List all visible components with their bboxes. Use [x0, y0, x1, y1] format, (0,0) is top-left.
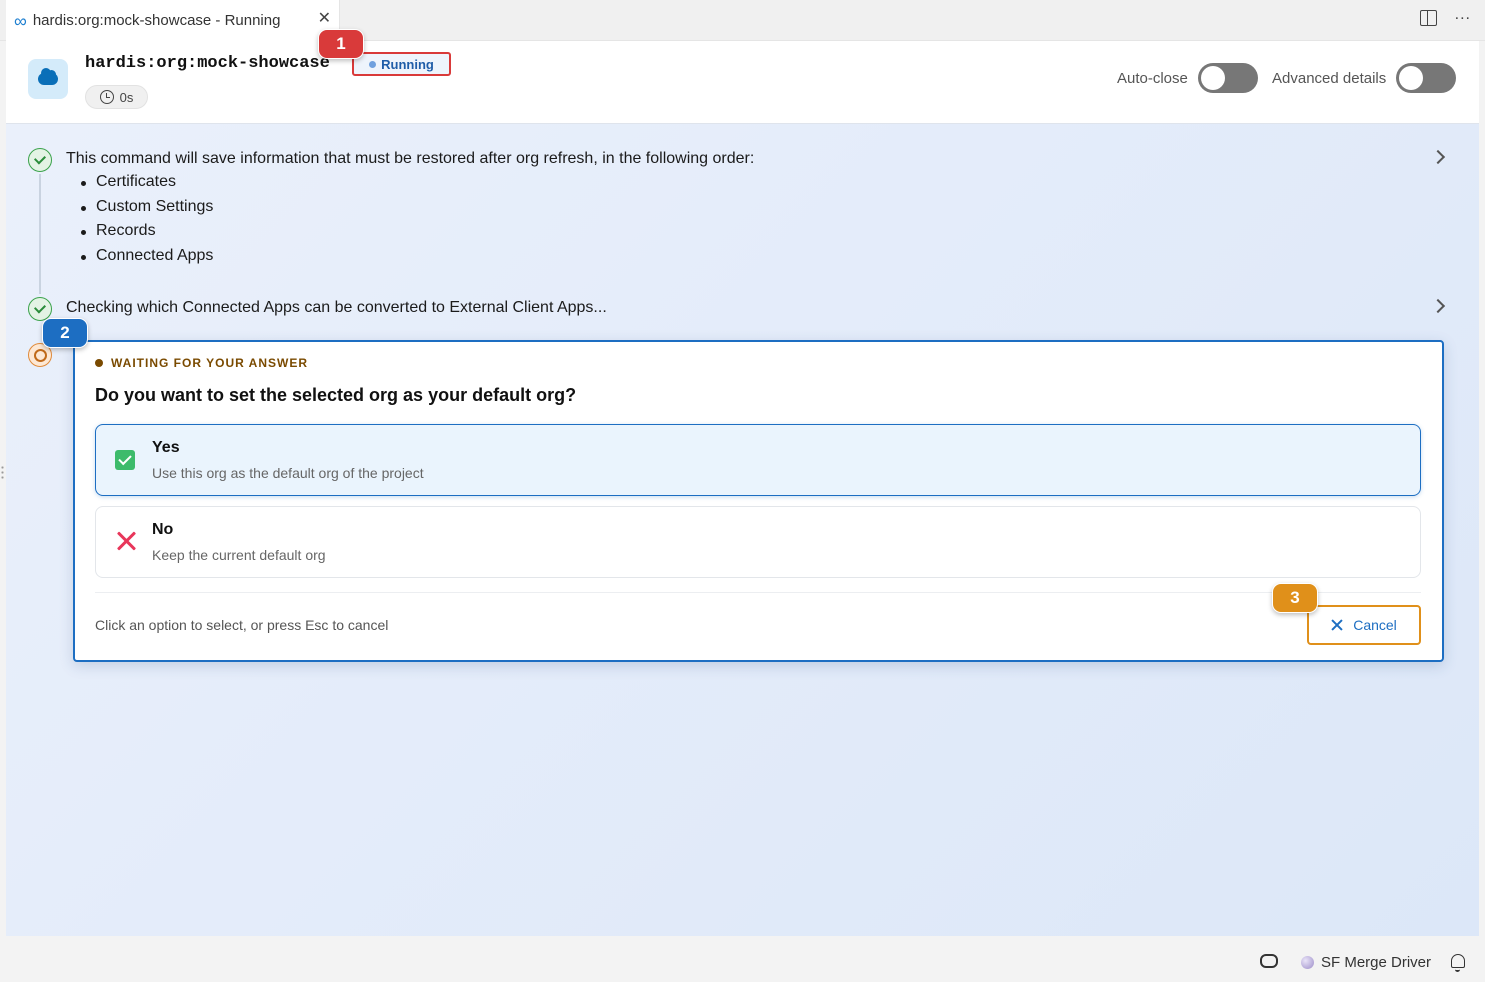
cancel-label: Cancel — [1353, 617, 1397, 633]
elapsed-value: 0s — [119, 89, 134, 105]
step-2-text: Checking which Connected Apps can be con… — [66, 299, 607, 316]
callout-3: 3 — [1272, 583, 1318, 613]
list-item: Certificates — [81, 173, 213, 198]
callout-1: 1 — [318, 29, 364, 59]
command-title: hardis:org:mock-showcase — [85, 54, 330, 73]
moon-icon — [1301, 956, 1314, 969]
close-icon[interactable]: ✕ — [318, 11, 331, 27]
status-dot — [369, 60, 377, 68]
cloud-icon — [38, 68, 58, 85]
step-1-status — [28, 148, 52, 172]
editor-actions: ... — [1419, 7, 1471, 26]
list-item: Custom Settings — [81, 198, 213, 223]
advanced-details-label: Advanced details — [1272, 69, 1387, 87]
prompt-card: WAITING FOR YOUR ANSWER Do you want to s… — [73, 340, 1444, 662]
more-actions-icon[interactable]: ... — [1455, 7, 1471, 23]
notifications[interactable] — [1451, 954, 1465, 972]
copilot-icon — [1260, 954, 1278, 968]
option-yes[interactable]: Yes Use this org as the default org of t… — [95, 424, 1421, 496]
close-icon — [1331, 619, 1343, 631]
infinity-icon: ∞ — [14, 10, 27, 31]
status-badge: Running — [352, 52, 451, 76]
timeline-line — [39, 174, 41, 294]
auto-close-label: Auto-close — [1117, 69, 1188, 87]
prompt-hint: Click an option to select, or press Esc … — [95, 617, 389, 633]
list-item: Connected Apps — [81, 247, 213, 272]
cross-icon — [114, 529, 138, 553]
auto-close-toggle[interactable] — [1197, 63, 1258, 93]
waiting-dot — [95, 359, 103, 367]
tab-title: hardis:org:mock-showcase - Running — [32, 12, 281, 29]
option-description: Use this org as the default org of the p… — [152, 465, 424, 481]
waiting-label: WAITING FOR YOUR ANSWER — [111, 356, 308, 370]
editor-tab-bar: ∞ hardis:org:mock-showcase - Running ✕ .… — [0, 0, 1485, 41]
auto-close-control: Auto-close — [1117, 63, 1258, 93]
merge-driver-status[interactable]: SF Merge Driver — [1301, 954, 1431, 971]
waiting-indicator: WAITING FOR YOUR ANSWER — [95, 356, 308, 370]
list-item: Records — [81, 222, 213, 247]
callout-2: 2 — [42, 318, 88, 348]
status-bar: SF Merge Driver — [0, 942, 1485, 982]
option-title: No — [152, 521, 174, 538]
step-1-list: Certificates Custom Settings Records Con… — [81, 173, 213, 272]
advanced-details-toggle[interactable] — [1396, 63, 1457, 93]
split-editor-icon[interactable] — [1419, 10, 1437, 26]
check-box-icon — [115, 450, 135, 470]
copilot-status[interactable] — [1260, 954, 1278, 968]
chevron-right-icon[interactable] — [1430, 149, 1446, 165]
cancel-button[interactable]: Cancel — [1307, 605, 1421, 645]
step-1-text: This command will save information that … — [66, 150, 755, 167]
log-panel: This command will save information that … — [6, 124, 1479, 936]
drag-handle[interactable] — [1, 465, 4, 481]
option-description: Keep the current default org — [152, 547, 326, 563]
elapsed-time: 0s — [85, 85, 148, 109]
chevron-right-icon[interactable] — [1430, 298, 1446, 314]
check-circle-icon — [28, 148, 52, 172]
option-no[interactable]: No Keep the current default org — [95, 506, 1421, 578]
option-title: Yes — [152, 439, 180, 456]
salesforce-logo — [28, 59, 68, 99]
divider — [95, 592, 1421, 593]
bell-icon — [1451, 954, 1465, 972]
prompt-question: Do you want to set the selected org as y… — [95, 385, 577, 405]
clock-icon — [99, 90, 114, 104]
merge-driver-label: SF Merge Driver — [1321, 954, 1432, 971]
advanced-details-control: Advanced details — [1272, 63, 1457, 93]
status-label: Running — [381, 56, 434, 72]
command-header: hardis:org:mock-showcase Running 0s Auto… — [6, 41, 1479, 124]
tab-mock-showcase[interactable]: ∞ hardis:org:mock-showcase - Running ✕ — [6, 0, 340, 41]
